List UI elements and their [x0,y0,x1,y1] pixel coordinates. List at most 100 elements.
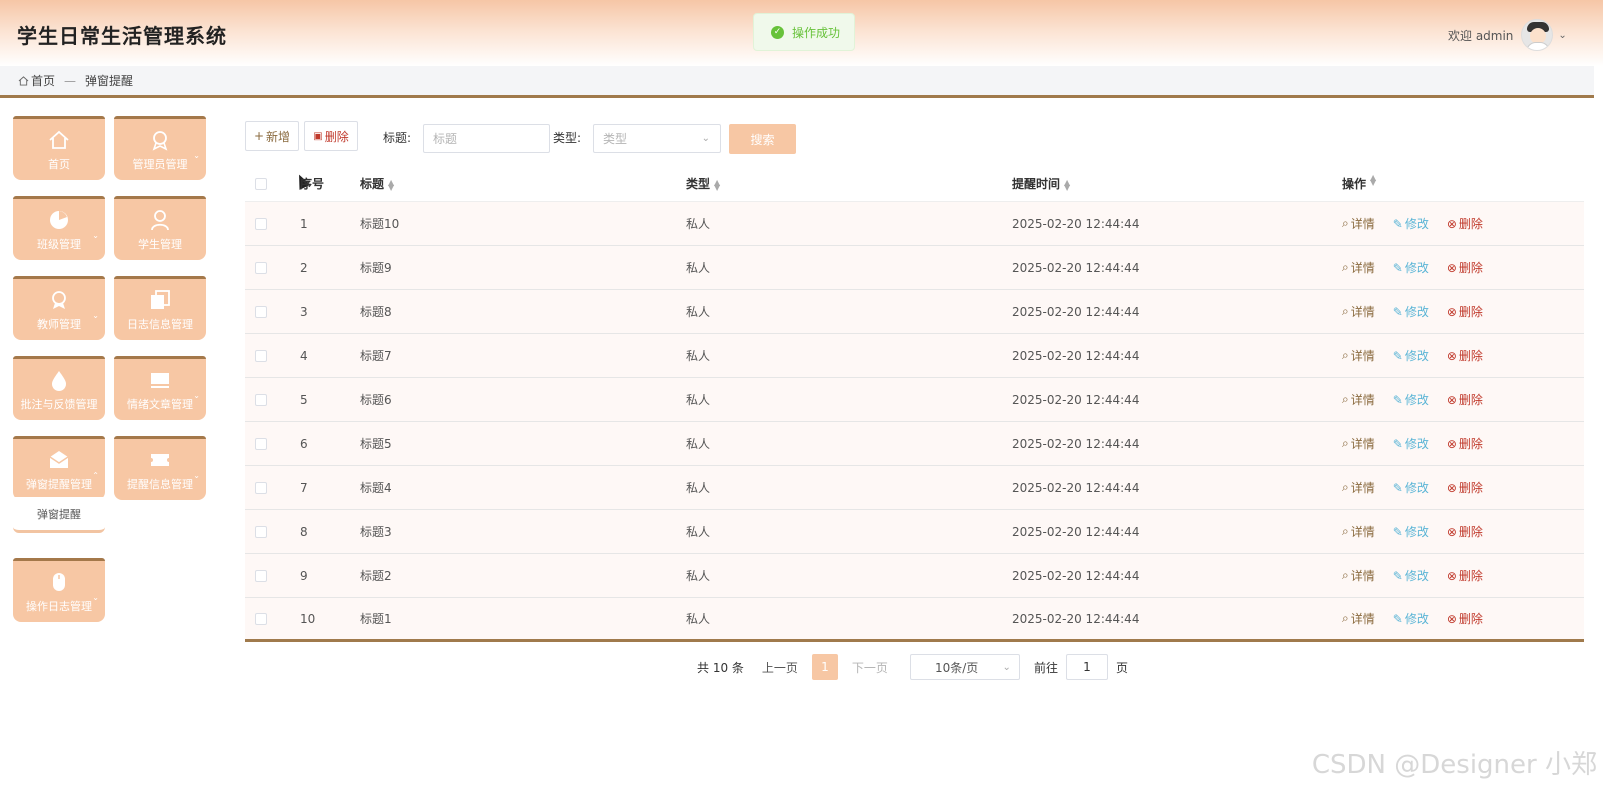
sidebar-item-home[interactable]: 首页 [13,116,105,180]
row-title: 标题3 [360,525,392,539]
sidebar-item-articles[interactable]: 情绪文章管理 ⌄ [114,356,206,420]
next-page-button[interactable]: 下一页 [844,654,896,680]
breadcrumb-home[interactable]: 首页 [31,72,55,89]
edit-button[interactable]: ✎ 修改 [1393,479,1429,496]
goto-page-input[interactable]: 1 [1065,654,1108,680]
delete-button[interactable]: ⊗ 删除 [1447,610,1483,627]
edit-button[interactable]: ✎ 修改 [1393,303,1429,320]
chevron-down-icon[interactable]: ⌄ [1558,30,1566,41]
chevron-down-icon: ⌄ [701,133,710,144]
breadcrumb-current: 弹窗提醒 [85,74,134,88]
sidebar-item-label: 日志信息管理 [127,318,193,331]
detail-button[interactable]: ⌕ 详情 [1342,479,1375,496]
sidebar-item-class[interactable]: 班级管理 ⌄ [13,196,105,260]
delete-button[interactable]: ⊗ 删除 [1447,303,1483,320]
avatar[interactable] [1521,19,1554,51]
close-circle-icon: ⊗ [1446,524,1457,539]
edit-button[interactable]: ✎ 修改 [1393,567,1429,584]
col-title-header[interactable]: 标题 ▲ ▼ [360,175,394,192]
sidebar-item-teacher[interactable]: 教师管理 ⌄ [13,276,105,340]
row-checkbox[interactable] [255,525,267,538]
delete-button[interactable]: ⊗ 删除 [1447,523,1483,540]
user-menu[interactable]: 欢迎 admin ⌄ [1448,19,1567,51]
row-checkbox[interactable] [255,569,267,582]
row-actions: ⌕ 详情 ✎ 修改 ⊗ 删除 [1342,259,1501,276]
sidebar-item-feedback[interactable]: 批注与反馈管理 [13,356,105,420]
row-title: 标题4 [360,481,392,495]
row-actions: ⌕ 详情 ✎ 修改 ⊗ 删除 [1342,435,1501,452]
chevron-down-icon: ⌄ [193,151,200,160]
search-icon: ⌕ [1342,524,1349,538]
chevron-down-icon: ⌄ [92,593,99,602]
sidebar-item-operation-log[interactable]: 操作日志管理 ⌄ [13,558,105,622]
delete-button[interactable]: ⊗ 删除 [1447,479,1483,496]
col-ops-header[interactable]: 操作 ▲ ▼ [1342,174,1376,192]
prev-page-button[interactable]: 上一页 [754,654,806,680]
select-all-checkbox[interactable] [255,177,267,190]
row-checkbox[interactable] [255,217,267,230]
table-row: 2 标题9 私人 2025-02-20 12:44:44 ⌕ 详情 ✎ 修改 ⊗ 删除 [245,246,1584,290]
search-icon: ⌕ [1342,260,1349,274]
table-row: 10 标题1 私人 2025-02-20 12:44:44 ⌕ 详情 ✎ 修改 ⊗ 删除 [245,598,1584,642]
sidebar-subitem-popup-reminder[interactable]: 弹窗提醒 [13,497,105,533]
sidebar-item-label: 教师管理 [37,318,81,331]
delete-button[interactable]: ⊗ 删除 [1447,215,1483,232]
sidebar-item-admin[interactable]: 管理员管理 ⌄ [114,116,206,180]
close-circle-icon: ⊗ [1446,480,1457,495]
edit-button[interactable]: ✎ 修改 [1393,523,1429,540]
detail-button[interactable]: ⌕ 详情 [1342,435,1375,452]
add-button[interactable]: + 新增 [245,121,299,151]
batch-delete-button[interactable]: ▣ 删除 [304,121,358,151]
delete-button[interactable]: ⊗ 删除 [1447,435,1483,452]
table-row: 1 标题10 私人 2025-02-20 12:44:44 ⌕ 详情 ✎ 修改 ⊗ 删除 [245,202,1584,246]
col-type-header[interactable]: 类型 ▲ ▼ [686,175,720,192]
search-button[interactable]: 搜索 [729,124,796,154]
detail-button[interactable]: ⌕ 详情 [1342,523,1375,540]
page-number-current[interactable]: 1 [811,654,838,680]
sidebar-item-popup[interactable]: 弹窗提醒管理 ⌃ [13,436,105,500]
edit-icon: ✎ [1392,216,1403,231]
detail-button[interactable]: ⌕ 详情 [1342,215,1375,232]
edit-button[interactable]: ✎ 修改 [1393,259,1429,276]
detail-button[interactable]: ⌕ 详情 [1342,259,1375,276]
detail-button[interactable]: ⌕ 详情 [1342,391,1375,408]
detail-button[interactable]: ⌕ 详情 [1342,610,1375,627]
detail-button[interactable]: ⌕ 详情 [1342,567,1375,584]
row-checkbox[interactable] [255,393,267,406]
edit-button[interactable]: ✎ 修改 [1393,610,1429,627]
delete-button[interactable]: ⊗ 删除 [1447,259,1483,276]
chevron-down-icon: ⌄ [92,231,99,240]
table-header: 序号 标题 ▲ ▼ 类型 ▲ ▼ 提醒时间 ▲ ▼ 操作 ▲ ▼ [245,166,1584,202]
sidebar-item-reminder-info[interactable]: 提醒信息管理 ⌄ [114,436,206,500]
edit-button[interactable]: ✎ 修改 [1393,215,1429,232]
row-checkbox[interactable] [255,261,267,274]
edit-icon: ✎ [1392,568,1403,583]
pie-icon [50,211,68,229]
close-circle-icon: ⊗ [1446,611,1457,626]
type-select[interactable]: 类型 ⌄ [593,124,721,153]
page-size-select[interactable]: 10条/页 ⌄ [909,654,1020,680]
sidebar-item-student[interactable]: 学生管理 [114,196,206,260]
delete-button[interactable]: ⊗ 删除 [1447,391,1483,408]
row-checkbox[interactable] [255,437,267,450]
edit-button[interactable]: ✎ 修改 [1393,391,1429,408]
title-search-input[interactable]: 标题 [423,124,550,153]
row-checkbox[interactable] [255,349,267,362]
edit-button[interactable]: ✎ 修改 [1393,347,1429,364]
row-checkbox[interactable] [255,305,267,318]
detail-button[interactable]: ⌕ 详情 [1342,347,1375,364]
detail-button[interactable]: ⌕ 详情 [1342,303,1375,320]
delete-button[interactable]: ⊗ 删除 [1447,567,1483,584]
sidebar-item-log-info[interactable]: 日志信息管理 [114,276,206,340]
row-index: 4 [300,348,308,363]
delete-button[interactable]: ⊗ 删除 [1447,347,1483,364]
chevron-down-icon: ⌄ [92,311,99,320]
row-checkbox[interactable] [255,612,267,625]
row-title: 标题9 [360,261,392,275]
col-time-header[interactable]: 提醒时间 ▲ ▼ [1012,175,1070,192]
row-checkbox[interactable] [255,481,267,494]
row-time: 2025-02-20 12:44:44 [1012,216,1140,231]
edit-button[interactable]: ✎ 修改 [1393,435,1429,452]
sidebar-item-label: 操作日志管理 [26,600,92,613]
row-time: 2025-02-20 12:44:44 [1012,260,1140,275]
